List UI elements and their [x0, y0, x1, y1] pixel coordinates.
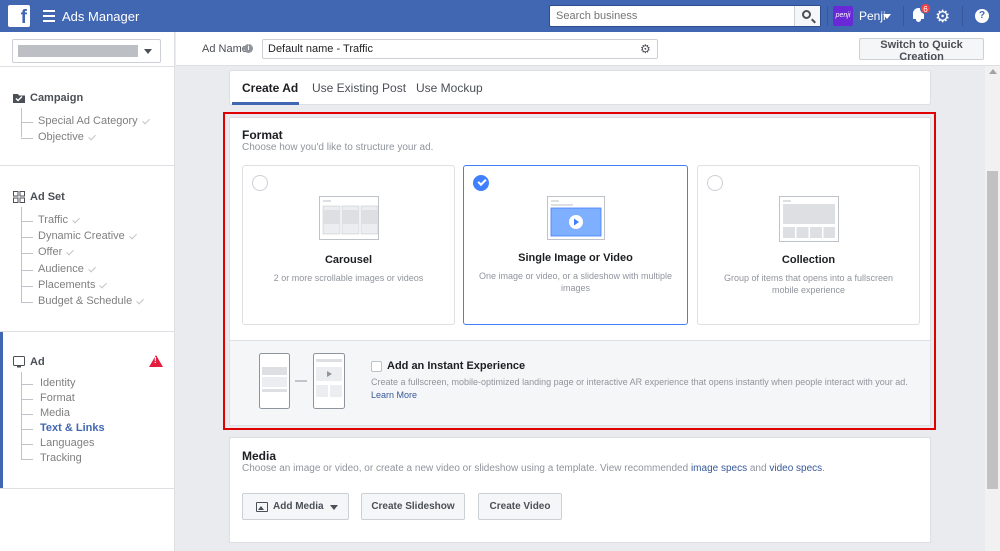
ad-creation-tabs: Create Ad Use Existing Post Use Mockup — [229, 70, 931, 105]
check-icon — [129, 231, 137, 240]
chevron-down-icon — [330, 505, 338, 510]
gear-icon[interactable]: ⚙ — [640, 42, 651, 56]
check-icon — [136, 296, 145, 305]
carousel-icon — [319, 196, 379, 240]
search-input[interactable] — [550, 6, 790, 26]
divider — [903, 6, 904, 26]
media-description: Choose an image or video, or create a ne… — [242, 463, 825, 474]
format-option-carousel[interactable]: Carousel 2 or more scrollable images or … — [242, 165, 455, 325]
scrollbar-thumb[interactable] — [987, 171, 998, 489]
collection-radio[interactable] — [707, 175, 723, 191]
active-section-indicator — [0, 332, 3, 488]
tab-create-ad[interactable]: Create Ad — [242, 81, 298, 95]
scroll-up-arrow-icon[interactable] — [989, 69, 997, 74]
check-icon — [141, 116, 150, 125]
media-heading: Media — [242, 449, 277, 463]
top-navigation-bar: f Ads Manager penji Penji 6 ⚙ ? — [0, 0, 1000, 32]
help-icon[interactable]: ? — [975, 9, 989, 23]
collection-icon — [779, 196, 839, 242]
video-specs-link[interactable]: video specs — [769, 463, 822, 474]
ad-name-label: Ad Name — [202, 43, 248, 55]
account-avatar[interactable]: penji — [833, 6, 853, 26]
format-heading: Format — [242, 128, 283, 142]
photo-icon — [256, 502, 268, 512]
tree-line — [21, 372, 22, 459]
instant-experience-title[interactable]: Add an Instant Experience — [387, 360, 525, 372]
check-icon — [88, 132, 96, 141]
image-specs-link[interactable]: image specs — [691, 463, 747, 474]
learn-more-link[interactable]: Learn More — [371, 390, 417, 400]
carousel-description: 2 or more scrollable images or videos — [273, 273, 424, 283]
single-image-description: One image or video, or a slideshow with … — [478, 271, 673, 293]
create-video-button[interactable]: Create Video — [478, 493, 562, 520]
search-icon — [802, 10, 811, 19]
single-image-title: Single Image or Video — [518, 252, 633, 264]
campaign-folder-icon — [13, 94, 25, 103]
format-option-single-image-or-video[interactable]: Single Image or Video One image or video… — [463, 165, 688, 325]
carousel-radio[interactable] — [252, 175, 268, 191]
tab-use-mockup[interactable]: Use Mockup — [416, 81, 483, 95]
tab-use-existing-post[interactable]: Use Existing Post — [312, 81, 406, 95]
instant-experience-icon — [259, 353, 345, 409]
add-media-button[interactable]: Add Media — [242, 493, 349, 520]
active-tab-underline — [232, 102, 299, 105]
switch-to-quick-creation-button[interactable]: Switch to Quick Creation — [859, 38, 984, 63]
instant-experience-description: Create a fullscreen, mobile-optimized la… — [371, 377, 908, 387]
scrollbar[interactable] — [985, 66, 1000, 551]
settings-gear-icon[interactable]: ⚙ — [935, 8, 950, 25]
single-image-radio-checked[interactable] — [473, 175, 489, 191]
divider — [0, 331, 175, 332]
sidebar-section-ad[interactable]: Ad — [30, 356, 45, 368]
left-navigation-panel: Campaign Special Ad Category Objective A… — [0, 32, 175, 551]
info-icon[interactable]: i — [244, 44, 253, 53]
facebook-logo-icon[interactable]: f — [8, 5, 30, 28]
ad-account-selector[interactable] — [12, 39, 161, 63]
instant-experience-panel: Add an Instant Experience Create a fulls… — [230, 340, 930, 425]
check-icon — [88, 264, 96, 273]
search-box — [549, 5, 821, 27]
check-icon — [66, 247, 75, 256]
divider — [962, 6, 963, 26]
menu-icon[interactable] — [43, 10, 55, 22]
format-section: Format Choose how you'd like to structur… — [229, 117, 931, 426]
carousel-title: Carousel — [324, 254, 373, 266]
check-icon — [72, 215, 80, 224]
account-name[interactable]: Penji — [859, 9, 886, 23]
search-button[interactable] — [794, 6, 820, 26]
redacted-account-name — [18, 45, 138, 57]
chevron-down-icon[interactable] — [883, 14, 891, 19]
divider — [0, 66, 175, 67]
ad-name-bar: Ad Name i ⚙ Switch to Quick Creation — [176, 32, 1000, 66]
divider — [827, 6, 828, 26]
divider — [0, 165, 175, 166]
create-slideshow-button[interactable]: Create Slideshow — [361, 493, 465, 520]
sidebar-section-ad-set[interactable]: Ad Set — [30, 191, 65, 203]
divider — [0, 488, 175, 489]
chevron-down-icon — [144, 49, 152, 54]
sidebar-section-campaign[interactable]: Campaign — [30, 92, 83, 104]
collection-description: Group of items that opens into a fullscr… — [723, 273, 894, 295]
app-title[interactable]: Ads Manager — [62, 9, 139, 24]
notification-count-badge: 6 — [920, 3, 931, 14]
check-icon — [99, 280, 108, 289]
format-option-collection[interactable]: Collection Group of items that opens int… — [697, 165, 920, 325]
collection-title: Collection — [781, 254, 836, 266]
ad-set-grid-icon — [13, 191, 25, 203]
instant-experience-checkbox[interactable] — [371, 361, 382, 372]
warning-icon — [149, 355, 163, 367]
ad-device-icon — [13, 356, 25, 368]
format-description: Choose how you'd like to structure your … — [242, 142, 434, 153]
ad-name-input[interactable] — [262, 39, 658, 59]
media-section: Media Choose an image or video, or creat… — [229, 437, 931, 543]
single-image-icon — [547, 196, 605, 240]
